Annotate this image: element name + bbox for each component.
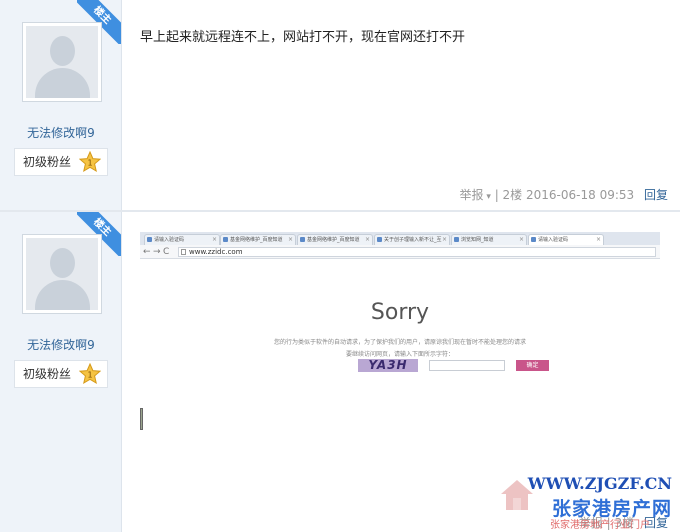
page-icon — [223, 237, 228, 242]
user-level: 初级粉丝 1 — [14, 360, 108, 388]
captcha-instruction: 要继续访问网页，请输入下面所示字符： — [345, 351, 454, 358]
browser-tab: 浏览知网_知道 × — [451, 234, 527, 245]
close-icon: × — [364, 236, 370, 243]
watermark-url: WWW.ZJGZF.CN — [527, 474, 672, 493]
url-field: www.zzidc.com — [178, 247, 656, 257]
user-level-label: 初级粉丝 — [23, 155, 72, 169]
close-icon: × — [518, 236, 524, 243]
attachment-marker — [140, 408, 143, 430]
avatar[interactable] — [22, 22, 102, 102]
user-level: 初级粉丝 1 — [14, 148, 108, 176]
close-icon: × — [441, 236, 447, 243]
forward-icon: → — [153, 247, 161, 257]
reload-icon: C — [163, 247, 170, 257]
back-icon: ← — [143, 247, 151, 257]
page-icon — [454, 237, 459, 242]
page-icon — [300, 237, 305, 242]
username-link[interactable]: 无法修改啊9 — [0, 124, 122, 141]
svg-text:1: 1 — [87, 371, 92, 380]
close-icon: × — [595, 236, 601, 243]
page-icon — [181, 249, 186, 255]
block-message: 您的行为类似于软件的自动请求，为了保护我们的用户，请原谅我们现在暂时不能处理您的… — [273, 339, 526, 346]
post-body: 早上起来就远程连不上，网站打不开，现在官网还打不开 举报 | 2楼 2016-0… — [122, 0, 680, 210]
page-icon — [377, 237, 382, 242]
page-icon — [147, 237, 152, 242]
close-icon: × — [287, 236, 293, 243]
browser-tab: 基金网络维护_百度知道 × — [220, 234, 296, 245]
star-rank-icon: 1 — [79, 151, 101, 173]
browser-tab-active: 请输入验证码 × — [528, 234, 604, 245]
browser-tab: 基金网络维护_百度知道 × — [297, 234, 373, 245]
site-watermark: WWW.ZJGZF.CN 张家港房产网 张家港房地产行业门户 — [498, 472, 680, 532]
user-level-label: 初级粉丝 — [23, 367, 72, 381]
browser-address-bar: ← → C www.zzidc.com — [140, 245, 660, 259]
embedded-screenshot[interactable]: 请输入验证码 × 基金网络维护_百度知道 × 基金网络维护_百度知道 × 关于创子理输… — [140, 232, 660, 422]
post-text: 早上起来就远程连不上，网站打不开，现在官网还打不开 — [140, 30, 466, 45]
browser-tab: 关于创子理输入新不让_互 × — [374, 234, 450, 245]
confirm-button: 确定 — [516, 360, 549, 371]
watermark-subtitle: 张家港房地产行业门户 — [550, 520, 650, 531]
captcha-image: YA3H — [358, 359, 418, 372]
close-icon: × — [211, 236, 217, 243]
star-rank-icon: 1 — [79, 363, 101, 385]
post-meta: 举报 | 2楼 2016-06-18 09:53 回复 — [459, 186, 668, 203]
sorry-heading: Sorry — [370, 300, 430, 325]
report-link[interactable]: 举报 — [459, 188, 490, 202]
post-date: 2016-06-18 09:53 — [526, 188, 635, 202]
author-panel: 楼主 无法修改啊9 初级粉丝 1 — [0, 212, 122, 532]
page-icon — [531, 237, 536, 242]
username-link[interactable]: 无法修改啊9 — [0, 336, 122, 353]
post-floor-2: 楼主 无法修改啊9 初级粉丝 1 早上起来就远程连不上，网站打不开，现在官网还打… — [0, 0, 680, 210]
floor-number: | 2楼 — [494, 188, 523, 202]
browser-tab-bar: 请输入验证码 × 基金网络维护_百度知道 × 基金网络维护_百度知道 × 关于创子理输… — [140, 232, 660, 245]
avatar[interactable] — [22, 234, 102, 314]
browser-tab: 请输入验证码 × — [144, 234, 220, 245]
svg-text:1: 1 — [87, 159, 92, 168]
captcha-input — [429, 360, 505, 371]
reply-link[interactable]: 回复 — [644, 188, 668, 202]
author-panel: 楼主 无法修改啊9 初级粉丝 1 — [0, 0, 122, 210]
